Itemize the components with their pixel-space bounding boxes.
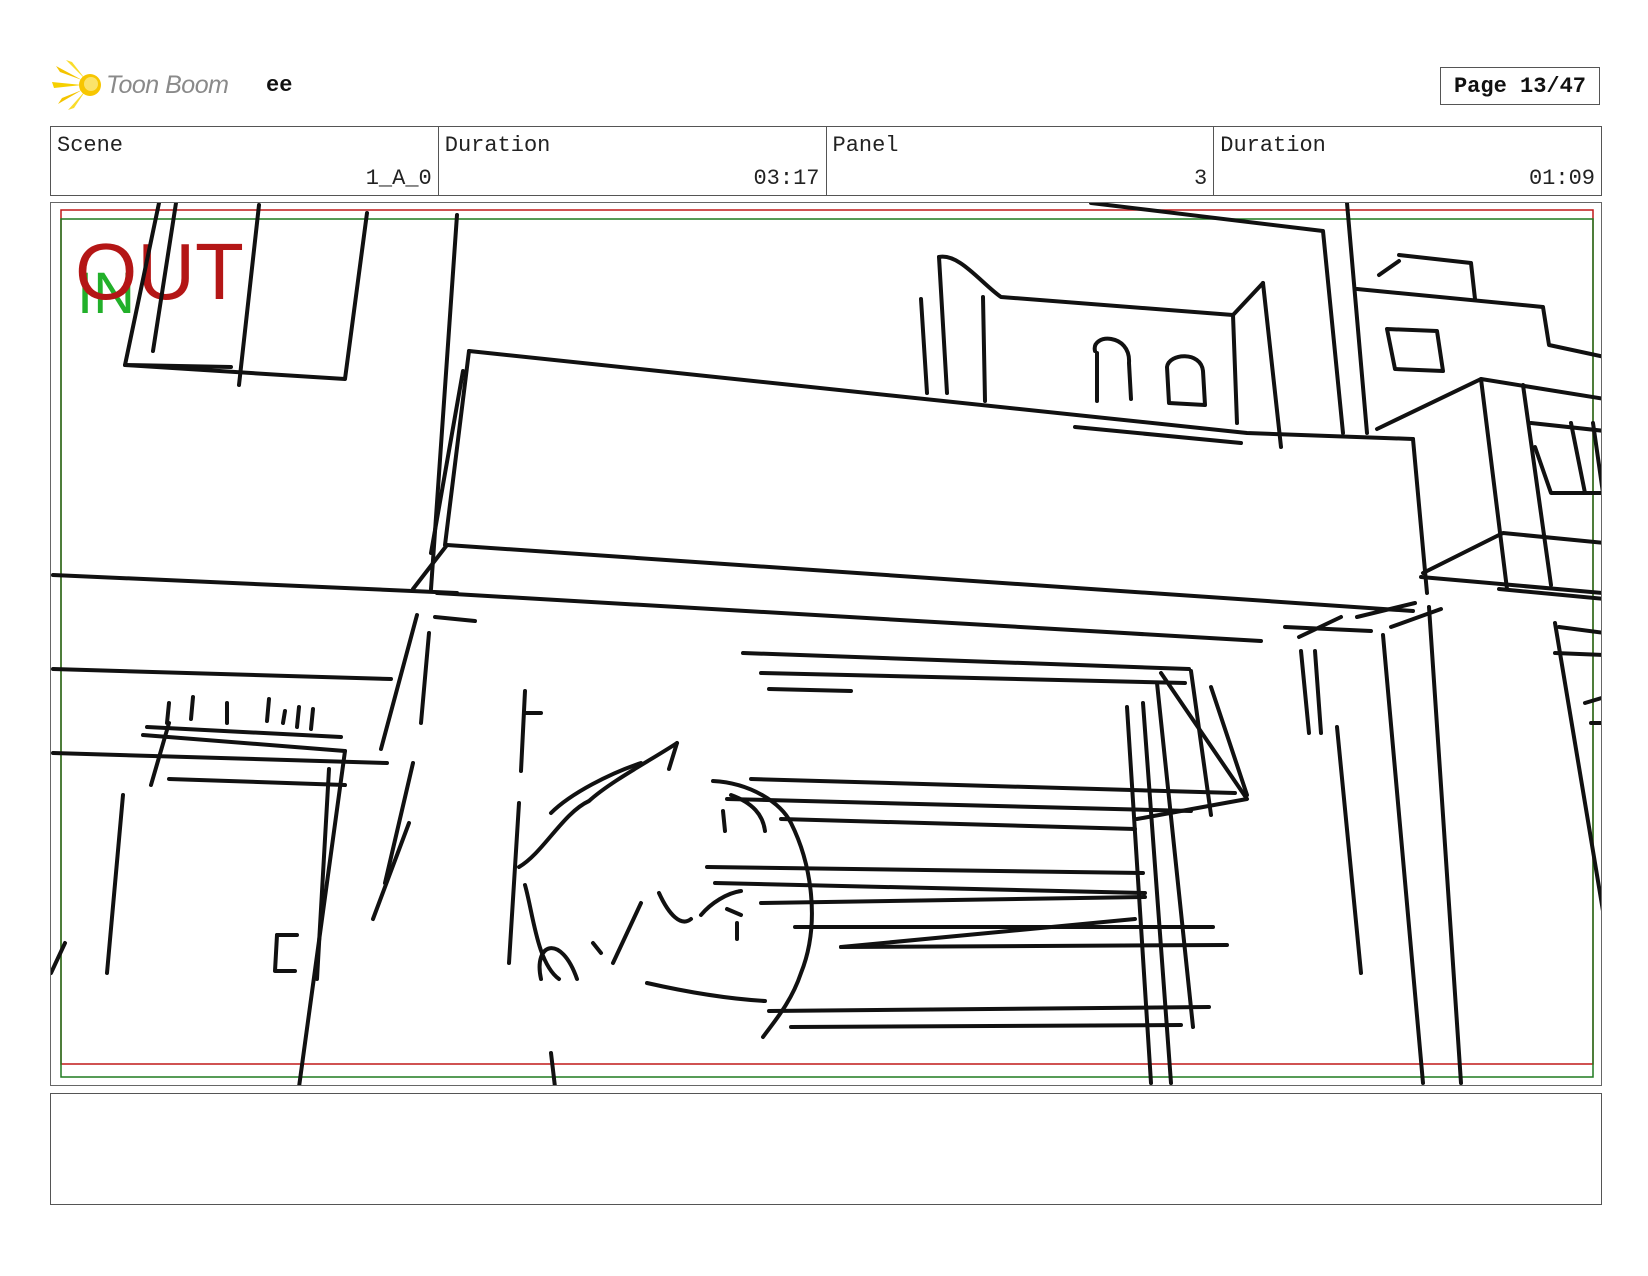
scene-duration-value: 03:17 [753, 166, 820, 191]
scene-value: 1_A_0 [365, 166, 432, 191]
panel-duration-cell: Duration 01:09 [1214, 127, 1601, 195]
panel-duration-label: Duration [1220, 133, 1326, 158]
project-name: ee [266, 73, 293, 98]
scene-duration-cell: Duration 03:17 [439, 127, 827, 195]
panel-value: 3 [1194, 166, 1208, 191]
panel-sketch: IN OUT [51, 203, 1601, 1085]
panel-label: Panel [832, 133, 899, 158]
scene-cell: Scene 1_A_0 [51, 127, 439, 195]
storyboard-panel[interactable]: IN OUT [50, 202, 1602, 1086]
scene-label: Scene [57, 133, 124, 158]
logo-text: Toon Boom [106, 70, 229, 99]
panel-info-row: Scene 1_A_0 Duration 03:17 Panel 3 Durat… [50, 126, 1602, 196]
scene-duration-label: Duration [444, 133, 551, 158]
page-number: Page 13/47 [1440, 67, 1600, 105]
panel-cell: Panel 3 [827, 127, 1215, 195]
panel-duration-value: 01:09 [1528, 166, 1595, 191]
building-sketch [51, 203, 1601, 1085]
caption-box[interactable] [50, 1093, 1602, 1205]
inner-safe-frame [60, 218, 1594, 1078]
starburst-logo-icon [52, 60, 101, 110]
